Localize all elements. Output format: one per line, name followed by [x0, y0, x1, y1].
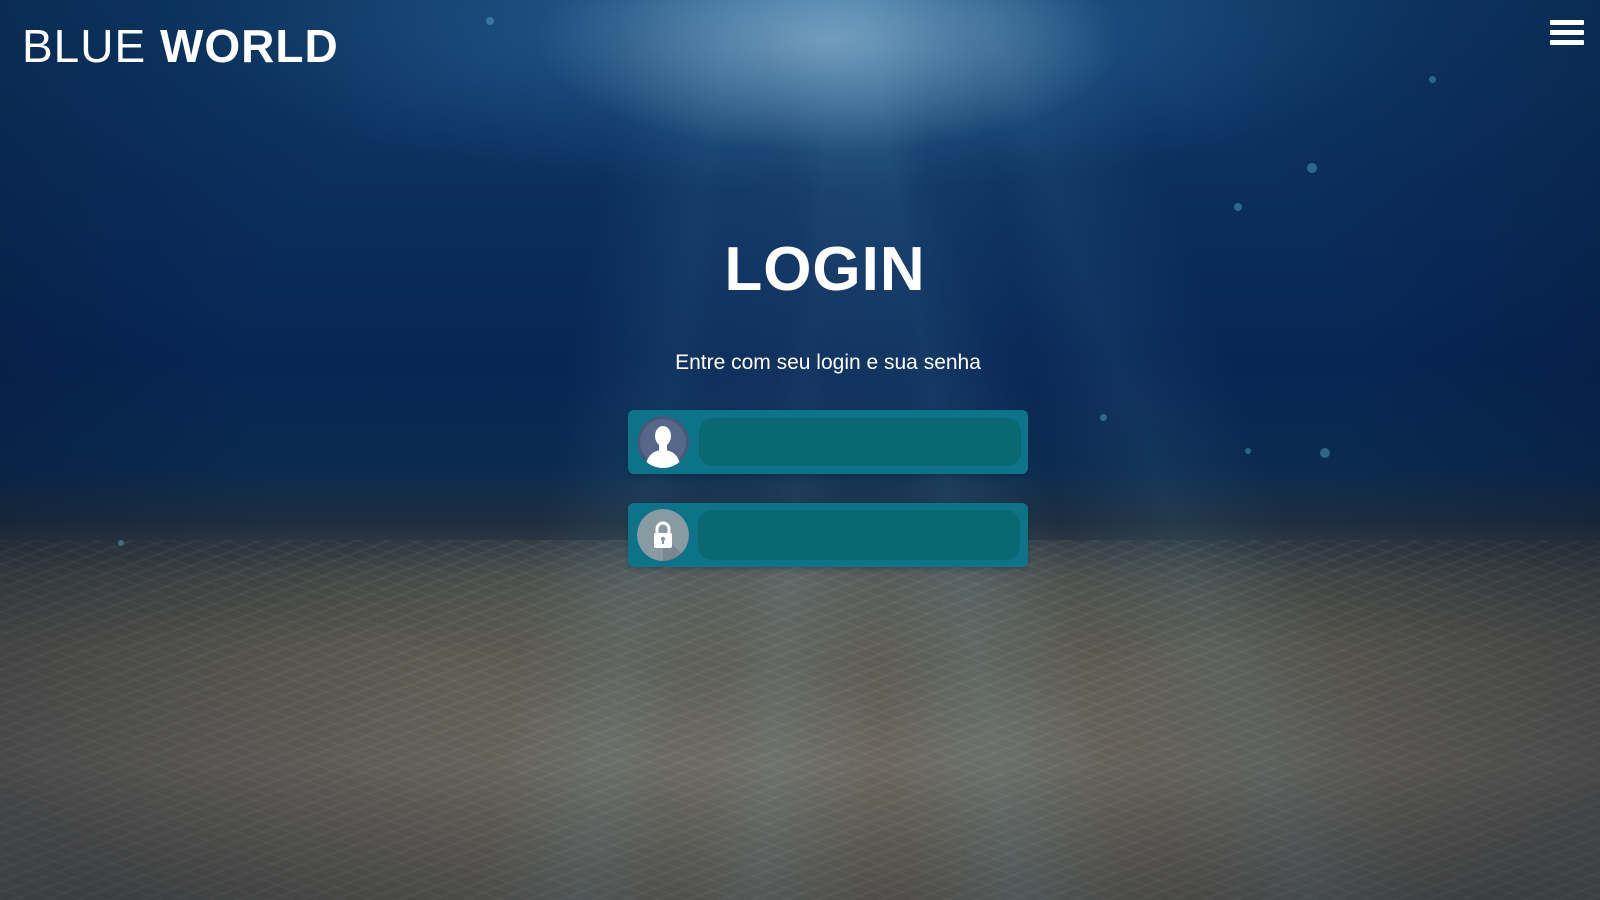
sea-floor [0, 540, 1600, 900]
bubble [118, 540, 124, 546]
lock-icon [637, 509, 689, 561]
bubble [486, 17, 494, 25]
username-field [628, 410, 1028, 474]
brand-logo-light: BLUE [22, 20, 147, 72]
user-avatar-icon [637, 416, 689, 468]
bubble [1320, 448, 1330, 458]
brand-logo-bold: WORLD [159, 20, 339, 72]
page-title: LOGIN [724, 235, 926, 304]
bubble [1234, 203, 1242, 211]
login-screen: BLUE WORLD LOGIN Entre com seu login e s… [0, 0, 1600, 900]
bubble [1429, 76, 1436, 83]
login-subtitle: Entre com seu login e sua senha [675, 351, 981, 374]
username-input[interactable] [699, 418, 1021, 466]
password-input[interactable] [698, 510, 1020, 560]
hamburger-menu-icon[interactable] [1550, 20, 1584, 48]
brand-logo[interactable]: BLUE WORLD [22, 18, 339, 74]
password-field [628, 503, 1028, 567]
bubble [1307, 163, 1317, 173]
bubble [1100, 414, 1107, 421]
bubble [1245, 448, 1251, 454]
